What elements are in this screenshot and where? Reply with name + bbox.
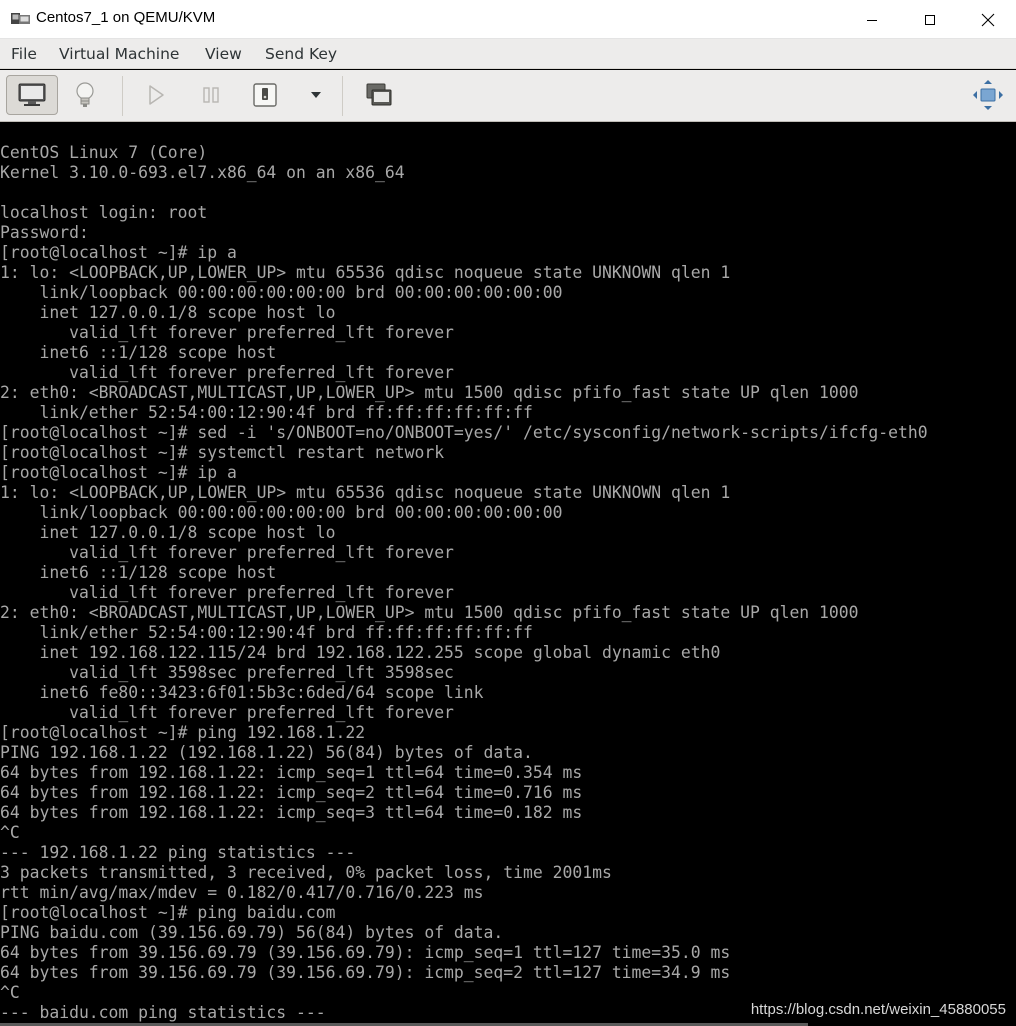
maximize-icon	[925, 14, 935, 25]
console-line: [root@localhost ~]# systemctl restart ne…	[0, 443, 445, 462]
console-line: [root@localhost ~]# ping 192.168.1.22	[0, 723, 366, 742]
console-line: PING 192.168.1.22 (192.168.1.22) 56(84) …	[0, 743, 533, 762]
console-line: 2: eth0: <BROADCAST,MULTICAST,UP,LOWER_U…	[0, 603, 859, 622]
console-line: valid_lft forever preferred_lft forever	[0, 323, 454, 342]
console-line: [root@localhost ~]# ping baidu.com	[0, 903, 336, 922]
console-line: inet 192.168.122.115/24 brd 192.168.122.…	[0, 643, 721, 662]
toolbar-separator	[122, 76, 123, 116]
console-line: 64 bytes from 192.168.1.22: icmp_seq=1 t…	[0, 763, 583, 782]
console-line: inet6 fe80::3423:6f01:5b3c:6ded/64 scope…	[0, 683, 484, 702]
console-line: valid_lft forever preferred_lft forever	[0, 363, 454, 382]
console-line: link/ether 52:54:00:12:90:4f brd ff:ff:f…	[0, 403, 533, 422]
maximize-button[interactable]	[901, 0, 959, 39]
menu-view[interactable]: View	[205, 45, 242, 63]
snapshot-button[interactable]	[355, 75, 403, 115]
console-icon	[18, 83, 46, 106]
dropdown-arrow-icon	[311, 92, 321, 98]
console-line: 64 bytes from 39.156.69.79 (39.156.69.79…	[0, 963, 731, 982]
console-line: [root@localhost ~]# sed -i 's/ONBOOT=no/…	[0, 423, 928, 442]
window-title: Centos7_1 on QEMU/KVM	[36, 9, 216, 26]
watermark-text: https://blog.csdn.net/weixin_45880055	[750, 1001, 1006, 1018]
run-button[interactable]	[133, 75, 179, 115]
console-line: valid_lft forever preferred_lft forever	[0, 703, 454, 722]
console-line: [root@localhost ~]# ip a	[0, 463, 237, 482]
console-line: PING baidu.com (39.156.69.79) 56(84) byt…	[0, 923, 504, 942]
console-line: inet 127.0.0.1/8 scope host lo	[0, 303, 336, 322]
console-line: link/loopback 00:00:00:00:00:00 brd 00:0…	[0, 503, 563, 522]
console-line: valid_lft forever preferred_lft forever	[0, 543, 454, 562]
console-line: 3 packets transmitted, 3 received, 0% pa…	[0, 863, 612, 882]
console-line: valid_lft 3598sec preferred_lft 3598sec	[0, 663, 454, 682]
menu-file[interactable]: File	[11, 45, 37, 63]
details-view-button[interactable]	[62, 75, 108, 115]
toolbar-separator	[342, 76, 343, 116]
console-line: 64 bytes from 192.168.1.22: icmp_seq=3 t…	[0, 803, 583, 822]
fullscreen-icon	[973, 80, 1003, 110]
fullscreen-button[interactable]	[965, 75, 1011, 115]
menu-send-key[interactable]: Send Key	[265, 45, 337, 63]
snapshot-icon	[366, 83, 392, 106]
minimize-icon	[867, 19, 877, 21]
console-text: CentOS Linux 7 (Core) Kernel 3.10.0-693.e…	[0, 143, 928, 1023]
console-line: CentOS Linux 7 (Core)	[0, 143, 208, 162]
shutdown-icon	[253, 83, 277, 107]
console-line: inet 127.0.0.1/8 scope host lo	[0, 523, 336, 542]
console-line: inet6 ::1/128 scope host	[0, 563, 277, 582]
console-line: Password:	[0, 223, 89, 242]
console-line: localhost login: root	[0, 203, 208, 222]
console-line: 1: lo: <LOOPBACK,UP,LOWER_UP> mtu 65536 …	[0, 263, 731, 282]
minimize-button[interactable]	[843, 0, 901, 39]
console-line: 1: lo: <LOOPBACK,UP,LOWER_UP> mtu 65536 …	[0, 483, 731, 502]
console-line: ^C	[0, 983, 20, 1002]
console-line: 64 bytes from 39.156.69.79 (39.156.69.79…	[0, 943, 731, 962]
console-line: link/loopback 00:00:00:00:00:00 brd 00:0…	[0, 283, 563, 302]
shutdown-button[interactable]	[244, 75, 334, 115]
menu-virtual-machine[interactable]: Virtual Machine	[59, 45, 179, 63]
console-line: 2: eth0: <BROADCAST,MULTICAST,UP,LOWER_U…	[0, 383, 859, 402]
close-icon	[981, 13, 995, 26]
virt-manager-window: Centos7_1 on QEMU/KVM File Virtual Machi…	[0, 0, 1016, 1026]
details-icon	[76, 82, 94, 107]
toolbar	[0, 70, 1016, 122]
app-icon	[11, 13, 30, 24]
console-line: 64 bytes from 192.168.1.22: icmp_seq=2 t…	[0, 783, 583, 802]
menu-bar: File Virtual Machine View Send Key	[0, 39, 1016, 69]
console-line: ^C	[0, 823, 20, 842]
shutdown-menu-arrow[interactable]	[304, 83, 328, 107]
vm-console[interactable]: CentOS Linux 7 (Core) Kernel 3.10.0-693.e…	[0, 123, 1016, 1026]
close-button[interactable]	[959, 0, 1016, 39]
pause-icon	[203, 87, 219, 103]
console-view-button[interactable]	[6, 75, 58, 115]
console-line: --- 192.168.1.22 ping statistics ---	[0, 843, 356, 862]
console-line: [root@localhost ~]# ip a	[0, 243, 237, 262]
pause-button[interactable]	[188, 75, 234, 115]
console-line: rtt min/avg/max/mdev = 0.182/0.417/0.716…	[0, 883, 484, 902]
console-line: Kernel 3.10.0-693.el7.x86_64 on an x86_6…	[0, 163, 405, 182]
title-bar[interactable]: Centos7_1 on QEMU/KVM	[0, 0, 1016, 39]
console-line: link/ether 52:54:00:12:90:4f brd ff:ff:f…	[0, 623, 533, 642]
console-line: inet6 ::1/128 scope host	[0, 343, 277, 362]
console-line: valid_lft forever preferred_lft forever	[0, 583, 454, 602]
run-icon	[149, 85, 164, 105]
